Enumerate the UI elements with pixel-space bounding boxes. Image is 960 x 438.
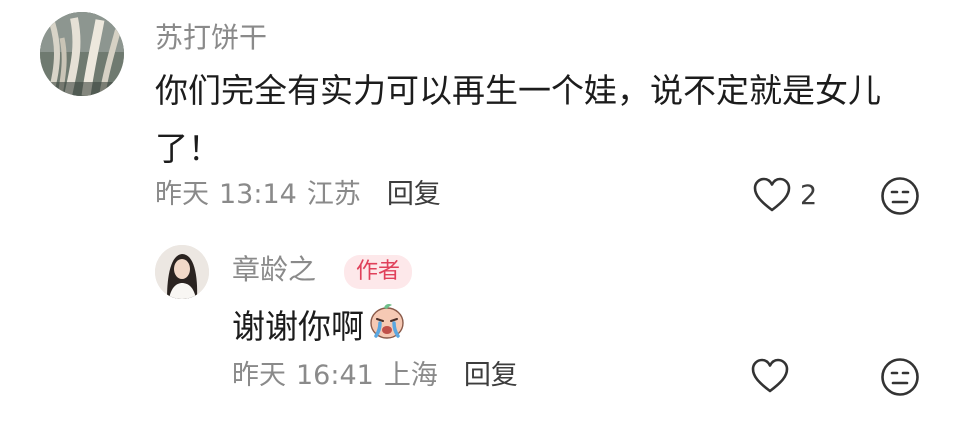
- neutral-face-icon: [881, 358, 919, 396]
- dislike-button[interactable]: [880, 176, 920, 220]
- comment-location: 江苏: [306, 179, 361, 210]
- heart-outline-icon: [751, 358, 789, 393]
- reply-avatar[interactable]: [155, 245, 209, 299]
- woman-portrait-avatar-image: [155, 245, 209, 299]
- like-button[interactable]: [752, 176, 792, 218]
- reply-time: 16:41: [296, 360, 374, 391]
- pampas-grass-avatar-image: [40, 12, 124, 96]
- reply-text-content: 谢谢你啊: [232, 307, 364, 346]
- comment-text: 你们完全有实力可以再生一个娃，说不定就是女儿了！: [155, 71, 881, 168]
- like-count: 2: [800, 180, 818, 211]
- comment-date: 昨天: [155, 179, 209, 210]
- heart-outline-icon: [753, 177, 791, 212]
- reply-button[interactable]: 回复: [387, 181, 441, 208]
- crying-emoji-icon: [366, 299, 408, 359]
- comment-meta: 昨天 13:14 江苏 回复: [155, 181, 441, 208]
- reply-date: 昨天: [232, 360, 286, 391]
- reply-dislike-button[interactable]: [880, 357, 920, 401]
- reply-author[interactable]: 章龄之: [232, 256, 316, 284]
- comment-time: 13:14: [219, 179, 297, 210]
- reply-reply-button[interactable]: 回复: [464, 362, 518, 389]
- reply-like-button[interactable]: [750, 357, 790, 399]
- comment-author[interactable]: 苏打饼干: [155, 24, 267, 52]
- avatar[interactable]: [40, 12, 124, 96]
- reply-text: 谢谢你啊: [232, 298, 632, 359]
- reply-location: 上海: [383, 360, 438, 391]
- author-badge: 作者: [344, 255, 413, 289]
- neutral-face-icon: [881, 177, 919, 215]
- reply-meta: 昨天 16:41 上海 回复: [232, 362, 518, 389]
